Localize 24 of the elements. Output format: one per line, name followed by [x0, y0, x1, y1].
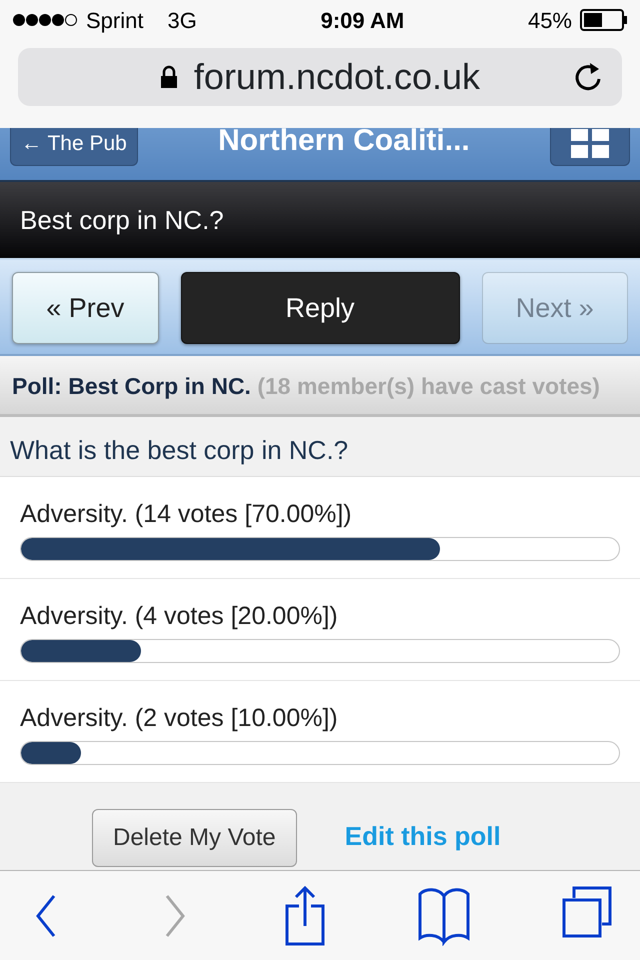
poll-title: Poll: Best Corp in NC. (18 member(s) have cast votes): [12, 372, 601, 401]
book-icon[interactable]: [418, 886, 470, 946]
lock-icon: [160, 65, 178, 89]
battery-percent: 45%: [528, 6, 572, 34]
menu-button[interactable]: [550, 128, 630, 166]
battery-icon: [580, 9, 628, 31]
site-title: Northern Coaliti...: [218, 128, 470, 159]
clock: 9:09 AM: [320, 6, 404, 34]
thread-title: Best corp in NC.?: [0, 182, 640, 258]
signal-icon: [12, 13, 78, 27]
grid-icon: [571, 128, 609, 158]
network-type: 3G: [167, 6, 197, 34]
carrier-name: Sprint: [86, 6, 144, 35]
reply-button[interactable]: Reply: [180, 272, 460, 344]
share-icon[interactable]: [285, 886, 325, 946]
option-label: Adversity. (2 votes [10.00%]): [20, 705, 339, 733]
reload-icon[interactable]: [574, 60, 602, 92]
option-label: Adversity. (14 votes [70.00%]): [20, 501, 353, 529]
url-text: forum.ncdot.co.uk: [194, 55, 480, 99]
option-label: Adversity. (4 votes [20.00%]): [20, 603, 339, 631]
address-bar[interactable]: forum.ncdot.co.uk: [18, 48, 622, 106]
back-button[interactable]: ← The Pub: [10, 128, 138, 166]
delete-vote-button[interactable]: Delete My Vote: [92, 809, 297, 868]
nav-button[interactable]: « Prev: [12, 272, 158, 344]
